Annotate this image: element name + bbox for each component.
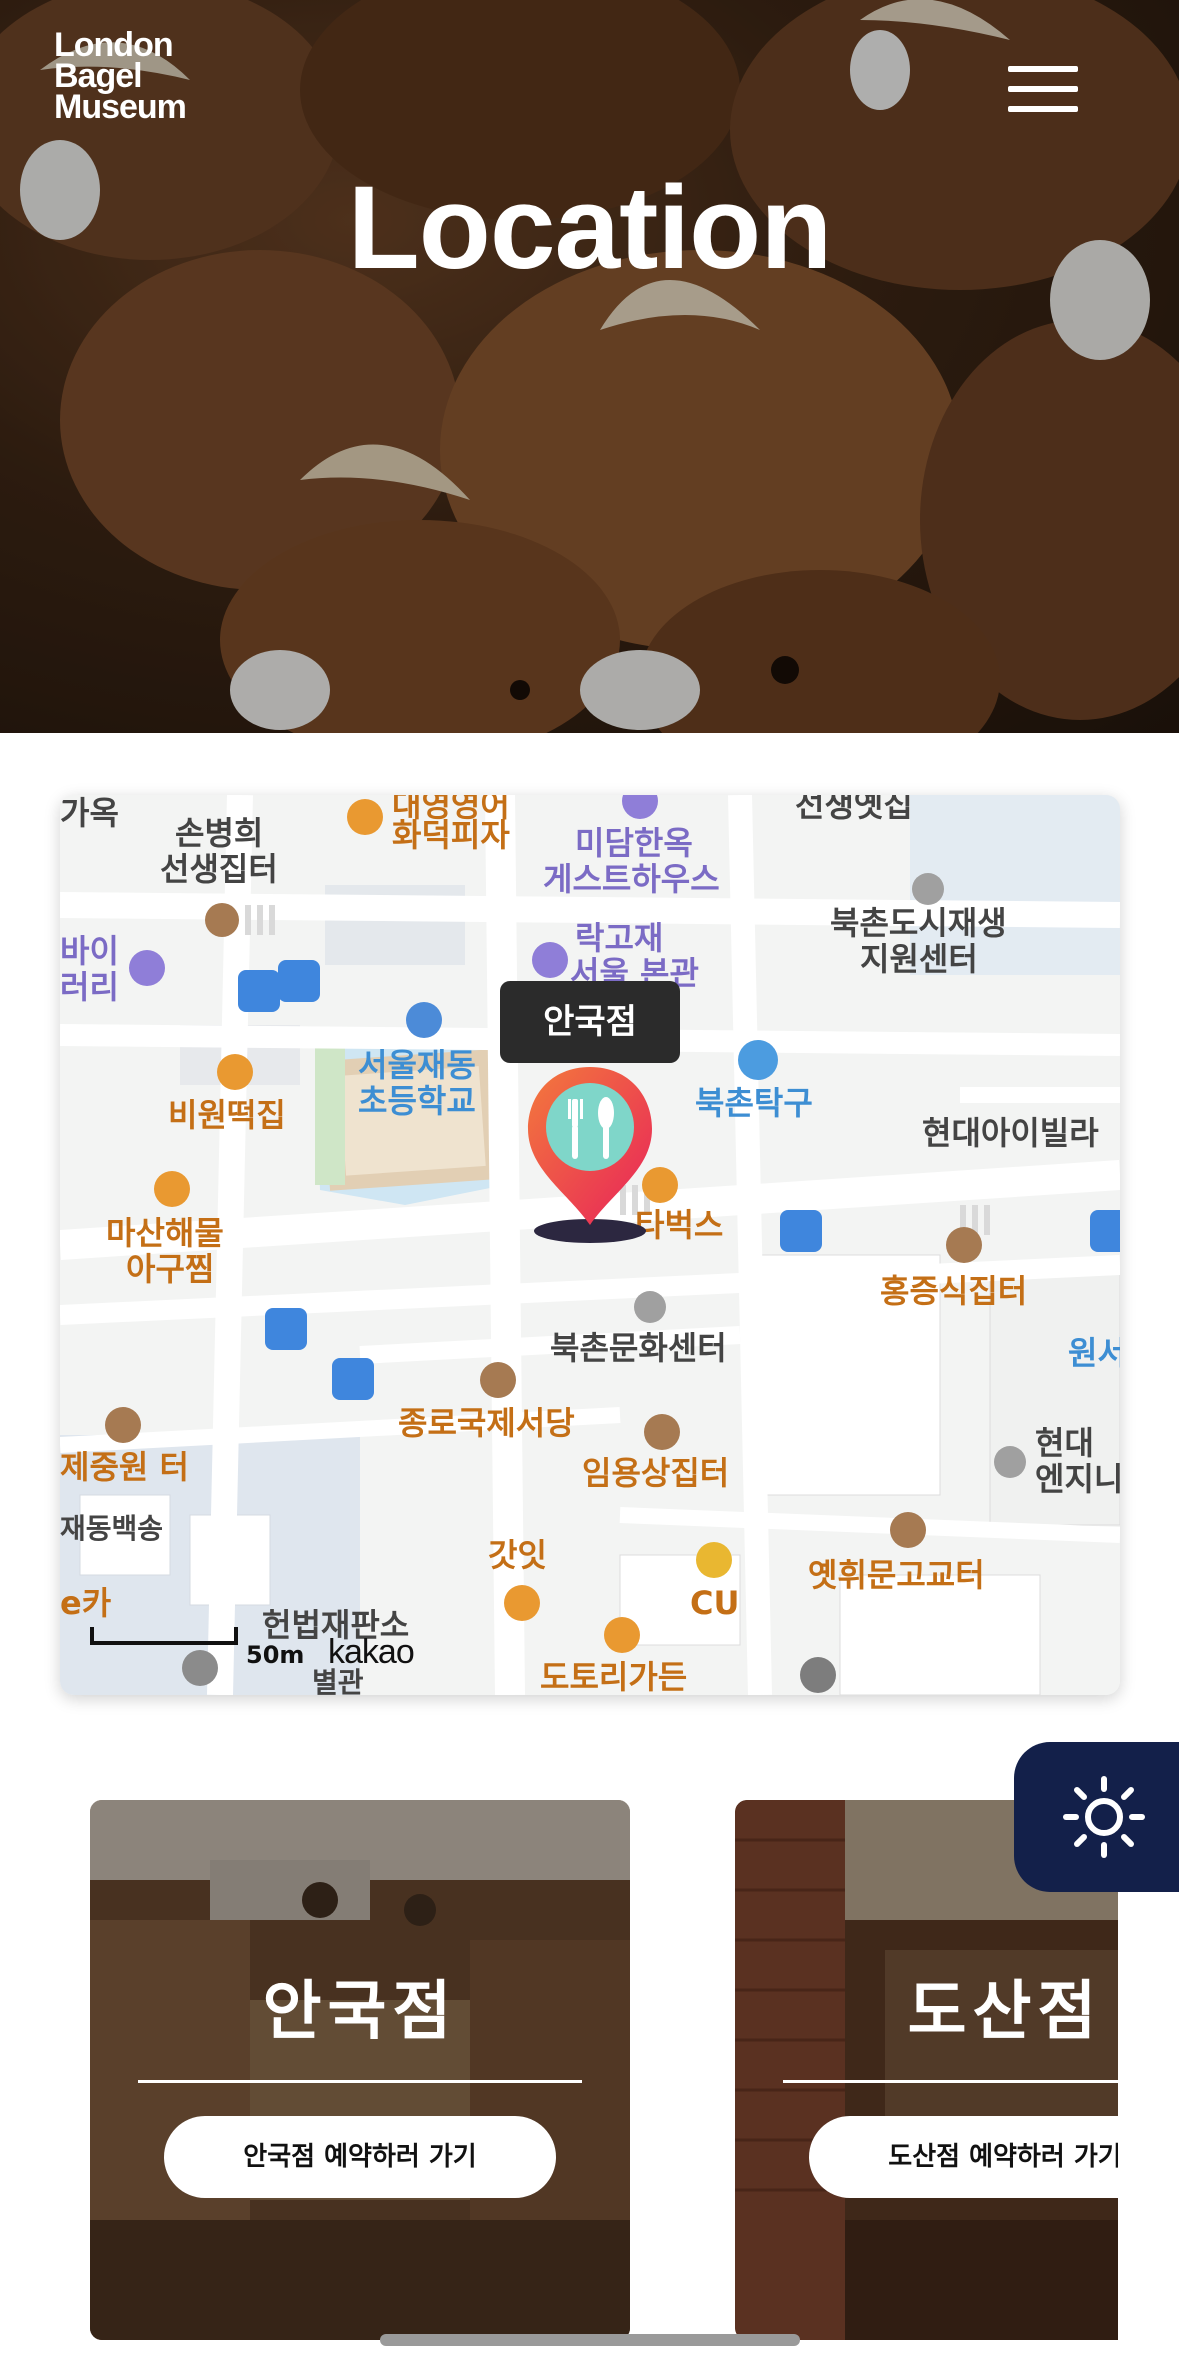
map-label: 게스트하우스 bbox=[543, 860, 720, 898]
map-label: 손병희 bbox=[175, 814, 264, 852]
map-label: 미담한옥 bbox=[575, 824, 693, 862]
branch-name: 도산점 bbox=[907, 1975, 1103, 2049]
map-label: 엔지니 bbox=[1035, 1460, 1120, 1498]
map-label: 북촌탁구 bbox=[695, 1084, 813, 1122]
map-scale-label: 50m bbox=[246, 1641, 305, 1669]
brand-logo[interactable]: London Bagel Museum bbox=[54, 28, 187, 126]
map-label: 선생옛집 bbox=[795, 795, 913, 824]
map-label: 락고재 bbox=[575, 919, 664, 957]
map-label: 현대아이빌라 bbox=[922, 1114, 1099, 1152]
map-label: 갓잇 bbox=[488, 1536, 547, 1574]
map-label: 임용상집터 bbox=[582, 1454, 730, 1492]
menu-bar-top bbox=[1008, 66, 1078, 72]
divider bbox=[783, 2080, 1118, 2083]
restaurant-pin-icon[interactable] bbox=[520, 1065, 660, 1245]
map-label: e카 bbox=[60, 1584, 112, 1622]
menu-bar-middle bbox=[1008, 86, 1078, 92]
hamburger-icon[interactable] bbox=[1008, 66, 1078, 114]
map-label: 지원센터 bbox=[860, 940, 978, 978]
map-label: 도토리가든 bbox=[540, 1658, 688, 1695]
map-label: 마산해물 bbox=[106, 1214, 224, 1252]
branch-name: 안국점 bbox=[262, 1975, 458, 2049]
card-overlay bbox=[90, 1800, 630, 2340]
location-map[interactable]: 가옥 손병희 선생집터 대영영어 화덕피자 미담한옥 게스트하우스 선생옛집 락… bbox=[60, 795, 1120, 1695]
map-label: 제중원 터 bbox=[60, 1448, 189, 1486]
map-label: 화덕피자 bbox=[392, 816, 510, 854]
map-label: 선생집터 bbox=[160, 850, 278, 888]
sun-icon bbox=[1063, 1776, 1145, 1858]
map-label: 비원떡집 bbox=[168, 1096, 286, 1134]
logo-line-3: Museum bbox=[54, 88, 187, 126]
map-label: 가옥 bbox=[60, 795, 119, 832]
menu-bar-bottom bbox=[1008, 106, 1078, 112]
reserve-dosan-button[interactable]: 도산점 예약하러 가기 bbox=[809, 2116, 1118, 2198]
reserve-anguk-button[interactable]: 안국점 예약하러 가기 bbox=[164, 2116, 556, 2198]
horizontal-scrollbar[interactable] bbox=[380, 2334, 800, 2346]
map-label: 원서 bbox=[1068, 1334, 1120, 1372]
map-label: 초등학교 bbox=[358, 1082, 476, 1120]
map-label: 현대 bbox=[1035, 1424, 1094, 1462]
map-label: 북촌문화센터 bbox=[550, 1329, 727, 1367]
branch-card-anguk[interactable]: 안국점 안국점 예약하러 가기 bbox=[90, 1800, 630, 2340]
map-label: 서울재동 bbox=[358, 1046, 476, 1084]
selected-branch-tooltip: 안국점 bbox=[500, 981, 680, 1063]
map-provider-logo: kakao bbox=[328, 1633, 415, 1671]
divider bbox=[138, 2080, 582, 2083]
page-title: Location bbox=[347, 162, 833, 294]
map-label: 홍증식집터 bbox=[880, 1272, 1028, 1310]
map-label: 아구찜 bbox=[126, 1250, 215, 1288]
map-label: CU bbox=[690, 1584, 740, 1622]
theme-toggle-button[interactable] bbox=[1014, 1742, 1179, 1892]
map-label: 재동백송 bbox=[60, 1512, 164, 1545]
map-label: 러리 bbox=[60, 968, 119, 1006]
hero-banner: London Bagel Museum Location bbox=[0, 0, 1179, 733]
map-label: 종로국제서당 bbox=[398, 1404, 575, 1442]
map-label: 바이 bbox=[60, 932, 119, 970]
map-label: 옛휘문고교터 bbox=[808, 1556, 985, 1594]
map-label: 북촌도시재생 bbox=[830, 904, 1007, 942]
